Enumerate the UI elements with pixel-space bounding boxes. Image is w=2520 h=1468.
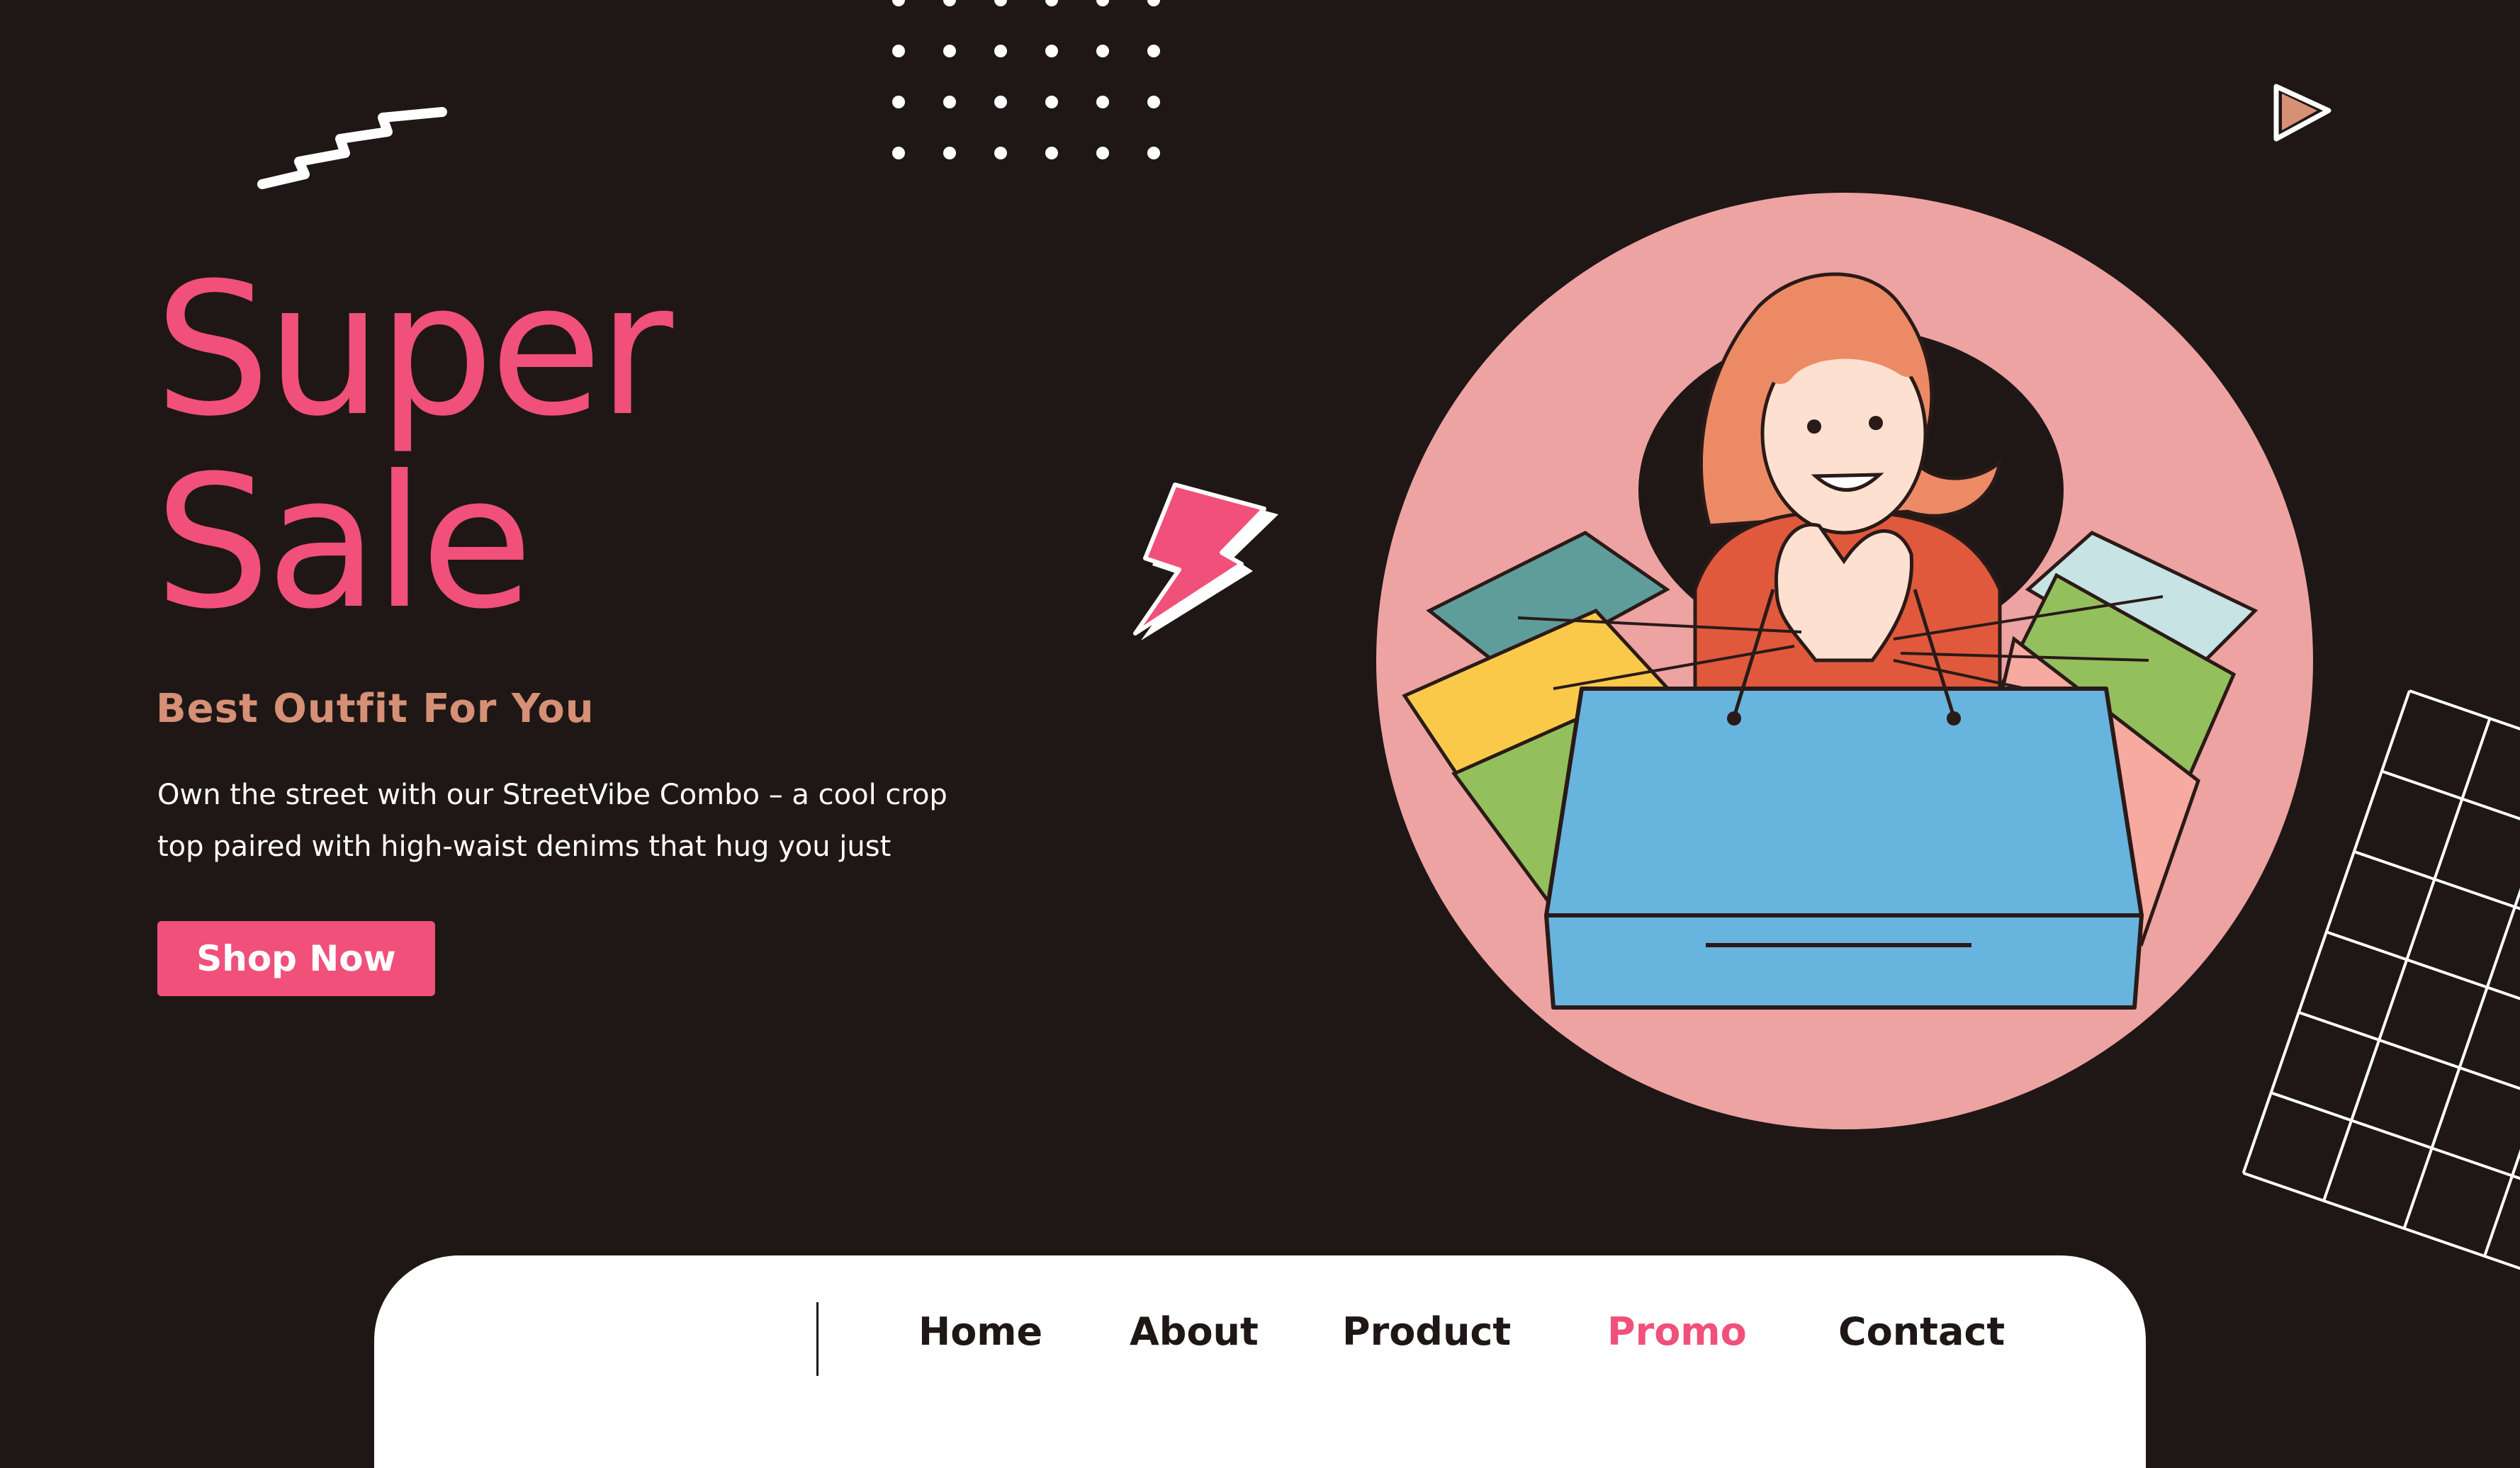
- dot: [1045, 45, 1058, 57]
- dot: [943, 96, 956, 108]
- dot: [1096, 147, 1109, 159]
- dot: [943, 0, 956, 6]
- dot: [892, 96, 905, 108]
- hero-description: Own the street with our StreetVibe Combo…: [157, 779, 947, 863]
- nav-item-about[interactable]: About: [1130, 1309, 1259, 1354]
- dot: [1147, 147, 1160, 159]
- shop-now-button[interactable]: Shop Now: [157, 921, 435, 996]
- dot: [994, 96, 1007, 108]
- hero-title-line-2: Sale: [154, 436, 533, 649]
- hero-title: Super Sale: [154, 244, 673, 649]
- dot: [994, 147, 1007, 159]
- nav-item-promo[interactable]: Promo: [1607, 1309, 1747, 1354]
- dot: [1096, 96, 1109, 108]
- dot: [1045, 96, 1058, 108]
- hero-title-line-1: Super: [154, 244, 673, 456]
- bottom-nav-bar: [374, 1255, 2146, 1468]
- nav-item-home[interactable]: Home: [918, 1309, 1042, 1354]
- dot: [1096, 45, 1109, 57]
- shopping-woman-illustration: [1402, 272, 2259, 1010]
- dot: [994, 0, 1007, 6]
- dot: [943, 147, 956, 159]
- dot: [892, 0, 905, 6]
- dot: [943, 45, 956, 57]
- lightning-bolt-icon: [1133, 482, 1278, 640]
- dot: [994, 45, 1007, 57]
- play-icon[interactable]: [2266, 77, 2337, 147]
- zigzag-icon: [257, 107, 447, 189]
- dot: [1147, 0, 1160, 6]
- hero-subtitle: Best Outfit For You: [156, 686, 595, 732]
- dot: [892, 45, 905, 57]
- dot: [892, 147, 905, 159]
- nav-item-product[interactable]: Product: [1342, 1309, 1511, 1354]
- dot: [1045, 0, 1058, 6]
- dot: [1096, 0, 1109, 6]
- dot: [1147, 96, 1160, 108]
- dot: [1147, 45, 1160, 57]
- nav-divider: [816, 1302, 819, 1376]
- nav-item-contact[interactable]: Contact: [1838, 1309, 2005, 1354]
- dot: [1045, 147, 1058, 159]
- dot-grid-icon: [892, 0, 1160, 159]
